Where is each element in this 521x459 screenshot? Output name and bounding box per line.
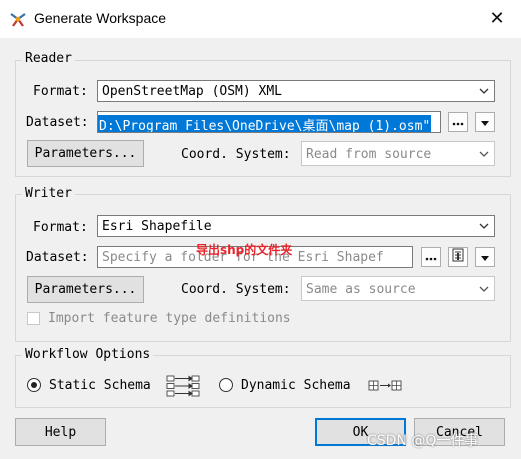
dynamic-schema-icon: [368, 379, 402, 393]
writer-dataset-annotation: 导出shp的文件夹: [196, 243, 293, 257]
ellipsis-icon: [425, 250, 437, 265]
reader-format-select[interactable]: OpenStreetMap (OSM) XML: [97, 80, 495, 102]
writer-coord-value: Same as source: [306, 282, 416, 297]
import-feature-types-checkbox[interactable]: [27, 312, 40, 325]
writer-dataset-browse-button[interactable]: [421, 247, 441, 267]
fme-workbench-icon: [9, 10, 27, 28]
reader-coord-value: Read from source: [306, 147, 432, 162]
dynamic-schema-label: Dynamic Schema: [241, 378, 351, 393]
writer-parameters-button[interactable]: Parameters...: [27, 276, 144, 303]
static-schema-icon: [166, 375, 200, 397]
reader-format-value: OpenStreetMap (OSM) XML: [102, 84, 283, 99]
chevron-down-icon: [474, 279, 494, 299]
static-schema-radio[interactable]: [27, 378, 41, 392]
writer-format-select[interactable]: Esri Shapefile: [97, 215, 495, 237]
import-feature-types-label: Import feature type definitions: [48, 311, 291, 326]
dynamic-schema-radio[interactable]: [219, 378, 233, 392]
writer-coord-select[interactable]: Same as source: [301, 276, 495, 301]
window-title: Generate Workspace: [34, 10, 167, 26]
workflow-group-label: Workflow Options: [22, 347, 154, 362]
dropdown-arrow-icon: [481, 115, 489, 130]
ellipsis-icon: [452, 115, 464, 130]
folder-options-icon: [452, 248, 464, 266]
close-button[interactable]: ✕: [484, 6, 510, 32]
reader-dataset-input[interactable]: D:\Program Files\OneDrive\桌面\map (1).osm…: [97, 111, 441, 133]
chevron-down-icon: [474, 144, 494, 164]
reader-coord-label: Coord. System:: [181, 147, 291, 162]
reader-dataset-label: Dataset:: [26, 115, 89, 130]
help-button[interactable]: Help: [15, 418, 106, 446]
writer-format-label: Format:: [33, 220, 88, 235]
reader-dataset-value: D:\Program Files\OneDrive\桌面\map (1).osm…: [98, 115, 432, 132]
reader-dataset-dropdown-button[interactable]: [475, 112, 495, 132]
reader-format-label: Format:: [33, 84, 88, 99]
writer-dataset-label: Dataset:: [26, 250, 89, 265]
writer-dataset-dropdown-button[interactable]: [475, 247, 495, 267]
reader-parameters-button[interactable]: Parameters...: [27, 140, 144, 167]
reader-coord-select[interactable]: Read from source: [301, 141, 495, 166]
writer-dataset-folder-button[interactable]: [448, 247, 468, 267]
dropdown-arrow-icon: [481, 250, 489, 265]
chevron-down-icon: [474, 81, 494, 101]
writer-format-value: Esri Shapefile: [102, 219, 212, 234]
writer-group-label: Writer: [22, 186, 75, 201]
csdn-watermark: CSDN @Q一件事: [367, 433, 479, 449]
reader-group-label: Reader: [22, 51, 75, 66]
chevron-down-icon: [474, 216, 494, 236]
writer-coord-label: Coord. System:: [181, 282, 291, 297]
reader-dataset-browse-button[interactable]: [448, 112, 468, 132]
static-schema-label: Static Schema: [49, 378, 151, 393]
